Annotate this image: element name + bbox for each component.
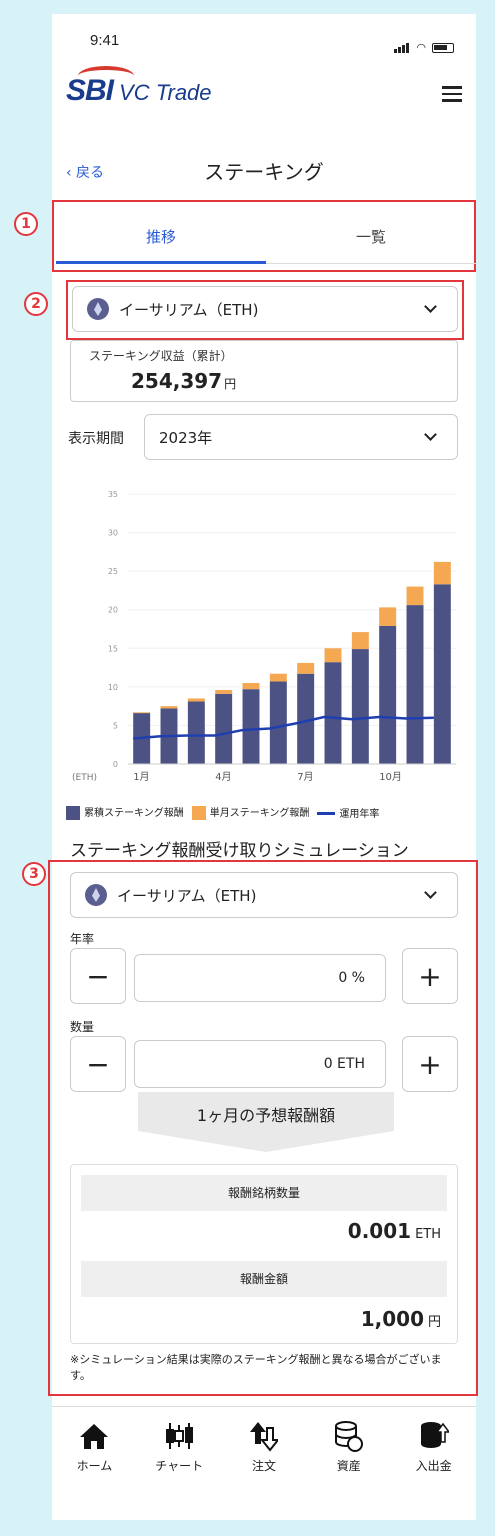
y-tick-label: 0 [113, 760, 118, 769]
y-tick-label: 10 [108, 683, 118, 692]
legend-item-rate: 運用年率 [317, 805, 379, 820]
bar-cumulative [406, 605, 424, 764]
y-tick-label: 35 [108, 490, 118, 499]
bar-monthly [133, 712, 151, 714]
quantity-label: 数量 [70, 1020, 95, 1034]
y-tick-label: 5 [113, 721, 118, 730]
legend-item-cumulative: 累積ステーキング報酬 [66, 804, 184, 820]
annotation-marker-1: 1 [14, 212, 38, 236]
bar-monthly [351, 632, 369, 650]
deposit-withdraw-icon [399, 1419, 469, 1453]
chevron-down-icon [424, 428, 437, 441]
chevron-down-icon [424, 886, 437, 899]
simulation-disclaimer: ※シミュレーション結果は実際のステーキング報酬と異なる場合がございます。 [70, 1353, 442, 1382]
home-icon [59, 1419, 129, 1453]
nav-assets[interactable]: 資産 [314, 1419, 384, 1486]
legend-item-monthly: 単月ステーキング報酬 [191, 804, 309, 820]
y-tick-label: 20 [108, 606, 118, 615]
bar-cumulative [379, 625, 397, 764]
period-select[interactable]: 2023年 [144, 414, 458, 460]
logo-arc [78, 66, 134, 86]
quantity-decrement-button[interactable]: − [70, 1036, 126, 1092]
reward-quantity-label: 報酬銘柄数量 [81, 1175, 447, 1211]
reward-amount-label: 報酬金額 [81, 1261, 447, 1297]
signal-icon [394, 34, 410, 53]
asset-select-value: イーサリアム（ETH) [119, 300, 259, 319]
nav-order[interactable]: 注文 [229, 1419, 299, 1486]
simulation-asset-value: イーサリアム（ETH) [117, 886, 257, 905]
staking-reward-value: 254,397 円 [131, 369, 237, 393]
x-tick-label: 7月 [297, 771, 313, 783]
bar-monthly [433, 561, 451, 585]
staking-reward-card: ステーキング収益（累計） 254,397 円 [70, 340, 458, 402]
simulation-title: ステーキング報酬受け取りシミュレーション [70, 841, 409, 861]
quantity-input[interactable] [134, 1040, 386, 1088]
rate-decrement-button[interactable]: − [70, 948, 126, 1004]
bar-monthly [215, 689, 233, 694]
bar-monthly [297, 662, 315, 674]
annotation-marker-3: 3 [22, 862, 46, 886]
bar-monthly [324, 648, 342, 663]
bar-cumulative [324, 662, 342, 764]
battery-icon [432, 43, 454, 53]
period-select-value: 2023年 [159, 428, 213, 447]
page-title: ステーキング [204, 160, 324, 184]
nav-chart[interactable]: チャート [144, 1419, 214, 1486]
ethereum-icon [85, 884, 107, 906]
ethereum-icon [87, 298, 109, 320]
nav-deposit-withdraw[interactable]: 入出金 [399, 1419, 469, 1486]
y-tick-label: 25 [108, 567, 118, 576]
rate-label: 年率 [70, 932, 95, 946]
simulation-asset-select[interactable]: イーサリアム（ETH) [70, 872, 458, 918]
bar-monthly [406, 586, 424, 606]
nav-home[interactable]: ホーム [59, 1419, 129, 1486]
bar-cumulative [242, 689, 260, 764]
asset-select[interactable]: イーサリアム（ETH) [72, 286, 458, 332]
tab-list[interactable]: 一覧 [266, 214, 476, 264]
x-tick-label: 1月 [133, 771, 149, 783]
simulation-result-card: 報酬銘柄数量 0.001 ETH 報酬金額 1,000 円 [70, 1164, 458, 1344]
hamburger-menu-icon[interactable] [442, 86, 462, 106]
status-time: 9:41 [90, 32, 120, 49]
chart-legend: 累積ステーキング報酬 単月ステーキング報酬 運用年率 [66, 804, 379, 820]
coins-assets-icon [314, 1419, 384, 1453]
bar-monthly [242, 683, 260, 690]
quantity-increment-button[interactable]: + [402, 1036, 458, 1092]
rate-input[interactable] [134, 954, 386, 1002]
reward-amount-value: 1,000 円 [360, 1307, 441, 1331]
brand-logo: SBI VC Trade [66, 66, 212, 108]
bar-monthly [160, 706, 178, 709]
bar-monthly [187, 698, 205, 702]
tab-trend[interactable]: 推移 [56, 214, 266, 264]
bar-cumulative [269, 681, 287, 764]
staking-reward-label: ステーキング収益（累計） [89, 349, 233, 363]
reward-quantity-value: 0.001 ETH [347, 1219, 441, 1243]
chevron-down-icon [424, 300, 437, 313]
x-tick-label: 10月 [379, 771, 402, 783]
status-icons: ◠ [394, 34, 454, 53]
bar-monthly [269, 673, 287, 682]
wifi-icon: ◠ [416, 41, 426, 54]
bar-cumulative [215, 693, 233, 764]
bar-cumulative [187, 701, 205, 764]
bar-cumulative [351, 649, 369, 764]
staking-chart: 0 5 10 15 20 25 30 35 (ETH) 1月 4月 7月 10月 [66, 474, 466, 794]
bar-cumulative [433, 584, 451, 764]
order-arrows-icon [229, 1419, 299, 1453]
candlestick-chart-icon [144, 1419, 214, 1453]
x-tick-label: 4月 [215, 771, 231, 783]
bottom-nav: ホーム チャート 注文 資産 入出金 [52, 1406, 476, 1486]
phone-screen: 9:41 ◠ SBI VC Trade ‹ 戻る ステーキング 1 推移 一覧 … [14, 14, 478, 1520]
chart-svg: 0 5 10 15 20 25 30 35 (ETH) 1月 4月 7月 10月 [72, 490, 456, 783]
period-label: 表示期間 [68, 431, 124, 447]
annotation-marker-2: 2 [24, 292, 48, 316]
bar-monthly [379, 607, 397, 626]
y-tick-label: 30 [108, 529, 118, 538]
y-tick-label: 15 [108, 644, 118, 653]
rate-increment-button[interactable]: + [402, 948, 458, 1004]
y-unit-label: (ETH) [72, 773, 97, 783]
